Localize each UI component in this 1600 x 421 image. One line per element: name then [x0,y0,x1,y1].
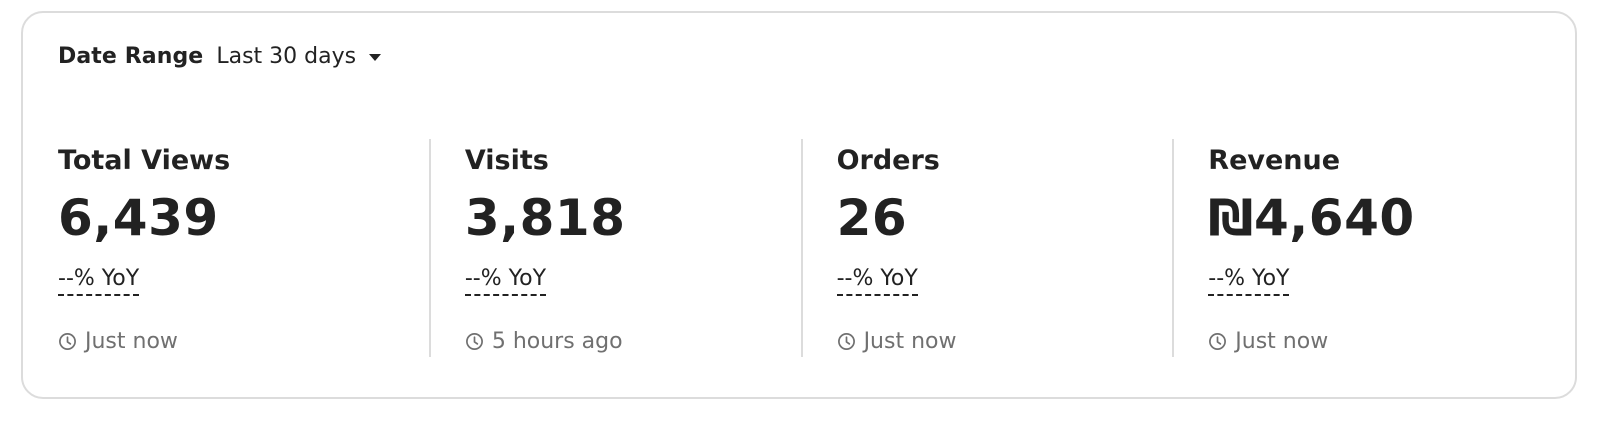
metric-value: ₪4,640 [1208,189,1415,247]
clock-icon [465,333,483,350]
clock-icon [1209,333,1227,350]
metric-title: Orders [836,145,940,176]
metric-updated-text: Just now [1235,329,1329,354]
caret-down-icon[interactable] [369,54,382,61]
date-range-label: Date Range [58,44,204,69]
metric-updated: Just now [58,329,178,354]
metric-revenue: Revenue ₪4,640 --% YoY Just now [1172,139,1544,357]
metric-updated-text: Just now [85,329,178,354]
metric-visits: Visits 3,818 --% YoY 5 hours ago [428,139,801,357]
metric-yoy-change[interactable]: --% YoY [464,265,547,296]
metric-orders: Orders 26 --% YoY Just now [800,139,1173,357]
metric-title: Total Views [58,145,231,176]
metric-title: Revenue [1208,145,1341,176]
metric-yoy-change[interactable]: --% YoY [1208,265,1290,296]
metric-title: Visits [464,145,549,176]
stats-card: Date Range Last 30 days Total Views 6,43… [21,11,1577,399]
metric-updated: Just now [1208,329,1328,354]
metric-yoy-change[interactable]: --% YoY [836,265,918,296]
metric-updated-text: Just now [863,329,957,354]
date-range-selector[interactable]: Date Range Last 30 days [58,44,382,69]
metric-value: 3,818 [464,189,626,247]
metrics-row: Total Views 6,439 --% YoY Just now Visit… [58,139,1544,357]
metric-total-views: Total Views 6,439 --% YoY Just now [58,139,429,357]
metric-updated-text: 5 hours ago [491,329,623,354]
clock-icon [837,333,855,350]
clock-icon [59,333,76,350]
metric-updated: 5 hours ago [465,329,623,354]
metric-value: 26 [836,189,908,247]
metric-value: 6,439 [58,189,219,247]
date-range-value[interactable]: Last 30 days [216,44,356,69]
metric-updated: Just now [837,329,957,354]
metric-yoy-change[interactable]: --% YoY [58,265,140,296]
